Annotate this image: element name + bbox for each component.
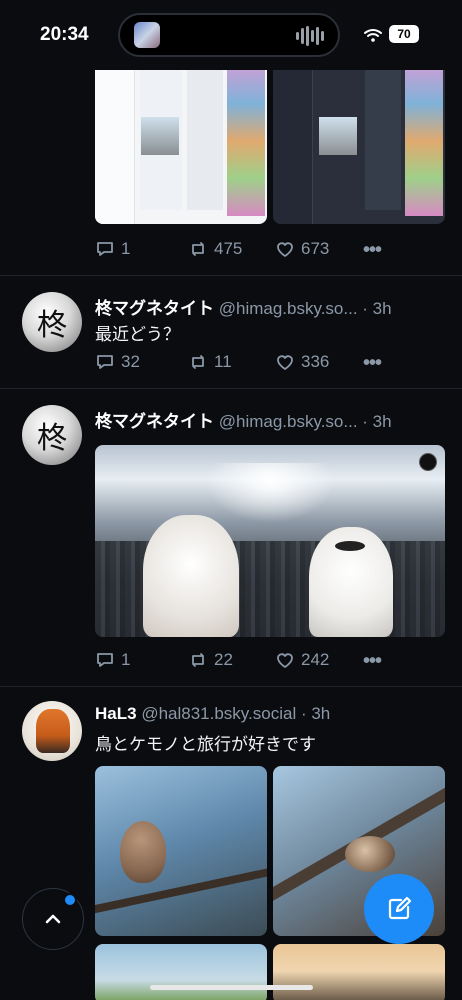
dynamic-island[interactable]	[118, 13, 340, 57]
reply-button[interactable]: 1	[95, 650, 130, 670]
post-image[interactable]	[273, 62, 445, 224]
now-playing-artwork	[134, 22, 160, 48]
repost-button[interactable]: 475	[188, 239, 242, 259]
like-button[interactable]: 242	[275, 650, 329, 670]
post-actions: 32 11 336 •••	[95, 352, 395, 376]
like-count: 242	[301, 650, 330, 669]
post-header: 柊マグネタイト @himag.bsky.so... · 3h	[95, 407, 392, 432]
more-icon[interactable]: •••	[363, 239, 382, 262]
like-count: 336	[301, 352, 330, 371]
author-handle[interactable]: @himag.bsky.so...	[219, 412, 358, 431]
like-count: 673	[301, 239, 330, 258]
repost-icon	[192, 355, 204, 369]
author-name[interactable]: 柊マグネタイト	[95, 299, 214, 318]
reply-count: 1	[121, 650, 131, 669]
like-icon	[277, 653, 293, 668]
like-button[interactable]: 673	[275, 239, 329, 259]
author-name[interactable]: HaL3	[95, 704, 137, 723]
post-actions: 1 475 673 •••	[95, 239, 395, 263]
new-posts-badge	[63, 893, 77, 907]
post-header: HaL3 @hal831.bsky.social · 3h	[95, 704, 330, 724]
more-icon[interactable]: •••	[363, 650, 382, 673]
reply-count: 1	[121, 239, 131, 258]
tiktok-icon	[419, 453, 437, 471]
post-time: · 3h	[300, 704, 331, 723]
author-handle[interactable]: @hal831.bsky.social	[141, 704, 296, 723]
repost-count: 475	[214, 239, 243, 258]
like-icon	[277, 355, 293, 370]
post-video[interactable]	[95, 445, 445, 637]
battery-indicator: 70	[389, 25, 419, 43]
avatar[interactable]: 柊	[22, 405, 82, 465]
repost-button[interactable]: 11	[188, 352, 232, 372]
fox-figure	[36, 709, 70, 753]
post-image[interactable]	[95, 62, 267, 224]
reply-button[interactable]: 32	[95, 352, 140, 372]
reply-button[interactable]: 1	[95, 239, 130, 259]
reply-icon	[97, 355, 113, 369]
wifi-icon	[364, 29, 382, 42]
post-actions: 1 22 242 •••	[95, 650, 395, 674]
status-bar: 20:34 70	[0, 0, 462, 70]
repost-count: 22	[214, 650, 233, 669]
post-text: 鳥とケモノと旅行が好きです	[95, 735, 316, 754]
post-image[interactable]	[95, 766, 267, 936]
home-indicator[interactable]	[150, 985, 313, 990]
post-image[interactable]	[95, 944, 267, 1000]
avatar-char: 柊	[37, 421, 67, 456]
avatar[interactable]: 柊	[22, 292, 82, 352]
reply-count: 32	[121, 352, 140, 371]
chevron-up-icon	[45, 914, 61, 924]
repost-icon	[192, 242, 204, 256]
reply-icon	[97, 653, 113, 667]
author-handle[interactable]: @himag.bsky.so...	[219, 299, 358, 318]
post-text: 最近どう？	[95, 325, 180, 344]
post-header: 柊マグネタイト @himag.bsky.so... · 3h	[95, 294, 392, 319]
post[interactable]: HaL3 @hal831.bsky.social · 3h 鳥とケモノと旅行が好…	[0, 687, 462, 1000]
like-button[interactable]: 336	[275, 352, 329, 372]
audio-wave-icon	[296, 26, 324, 46]
post[interactable]: 柊 柊マグネタイト @himag.bsky.so... · 3h 1 22 24…	[0, 389, 462, 687]
post-time: · 3h	[362, 299, 392, 318]
goat	[143, 515, 239, 637]
reply-icon	[97, 242, 113, 256]
post-time: · 3h	[362, 412, 392, 431]
avatar[interactable]	[22, 701, 82, 761]
compose-icon	[388, 896, 412, 920]
status-time: 20:34	[40, 24, 89, 45]
repost-button[interactable]: 22	[188, 650, 233, 670]
repost-count: 11	[214, 352, 232, 371]
cat-mark	[335, 541, 365, 551]
avatar-char: 柊	[37, 308, 67, 343]
like-icon	[277, 242, 293, 257]
post-image[interactable]	[273, 944, 445, 1000]
compose-button[interactable]	[364, 874, 434, 944]
author-name[interactable]: 柊マグネタイト	[95, 412, 214, 431]
post[interactable]: 柊 柊マグネタイト @himag.bsky.so... · 3h 最近どう？ 3…	[0, 276, 462, 389]
more-icon[interactable]: •••	[363, 352, 382, 375]
repost-icon	[192, 653, 204, 667]
